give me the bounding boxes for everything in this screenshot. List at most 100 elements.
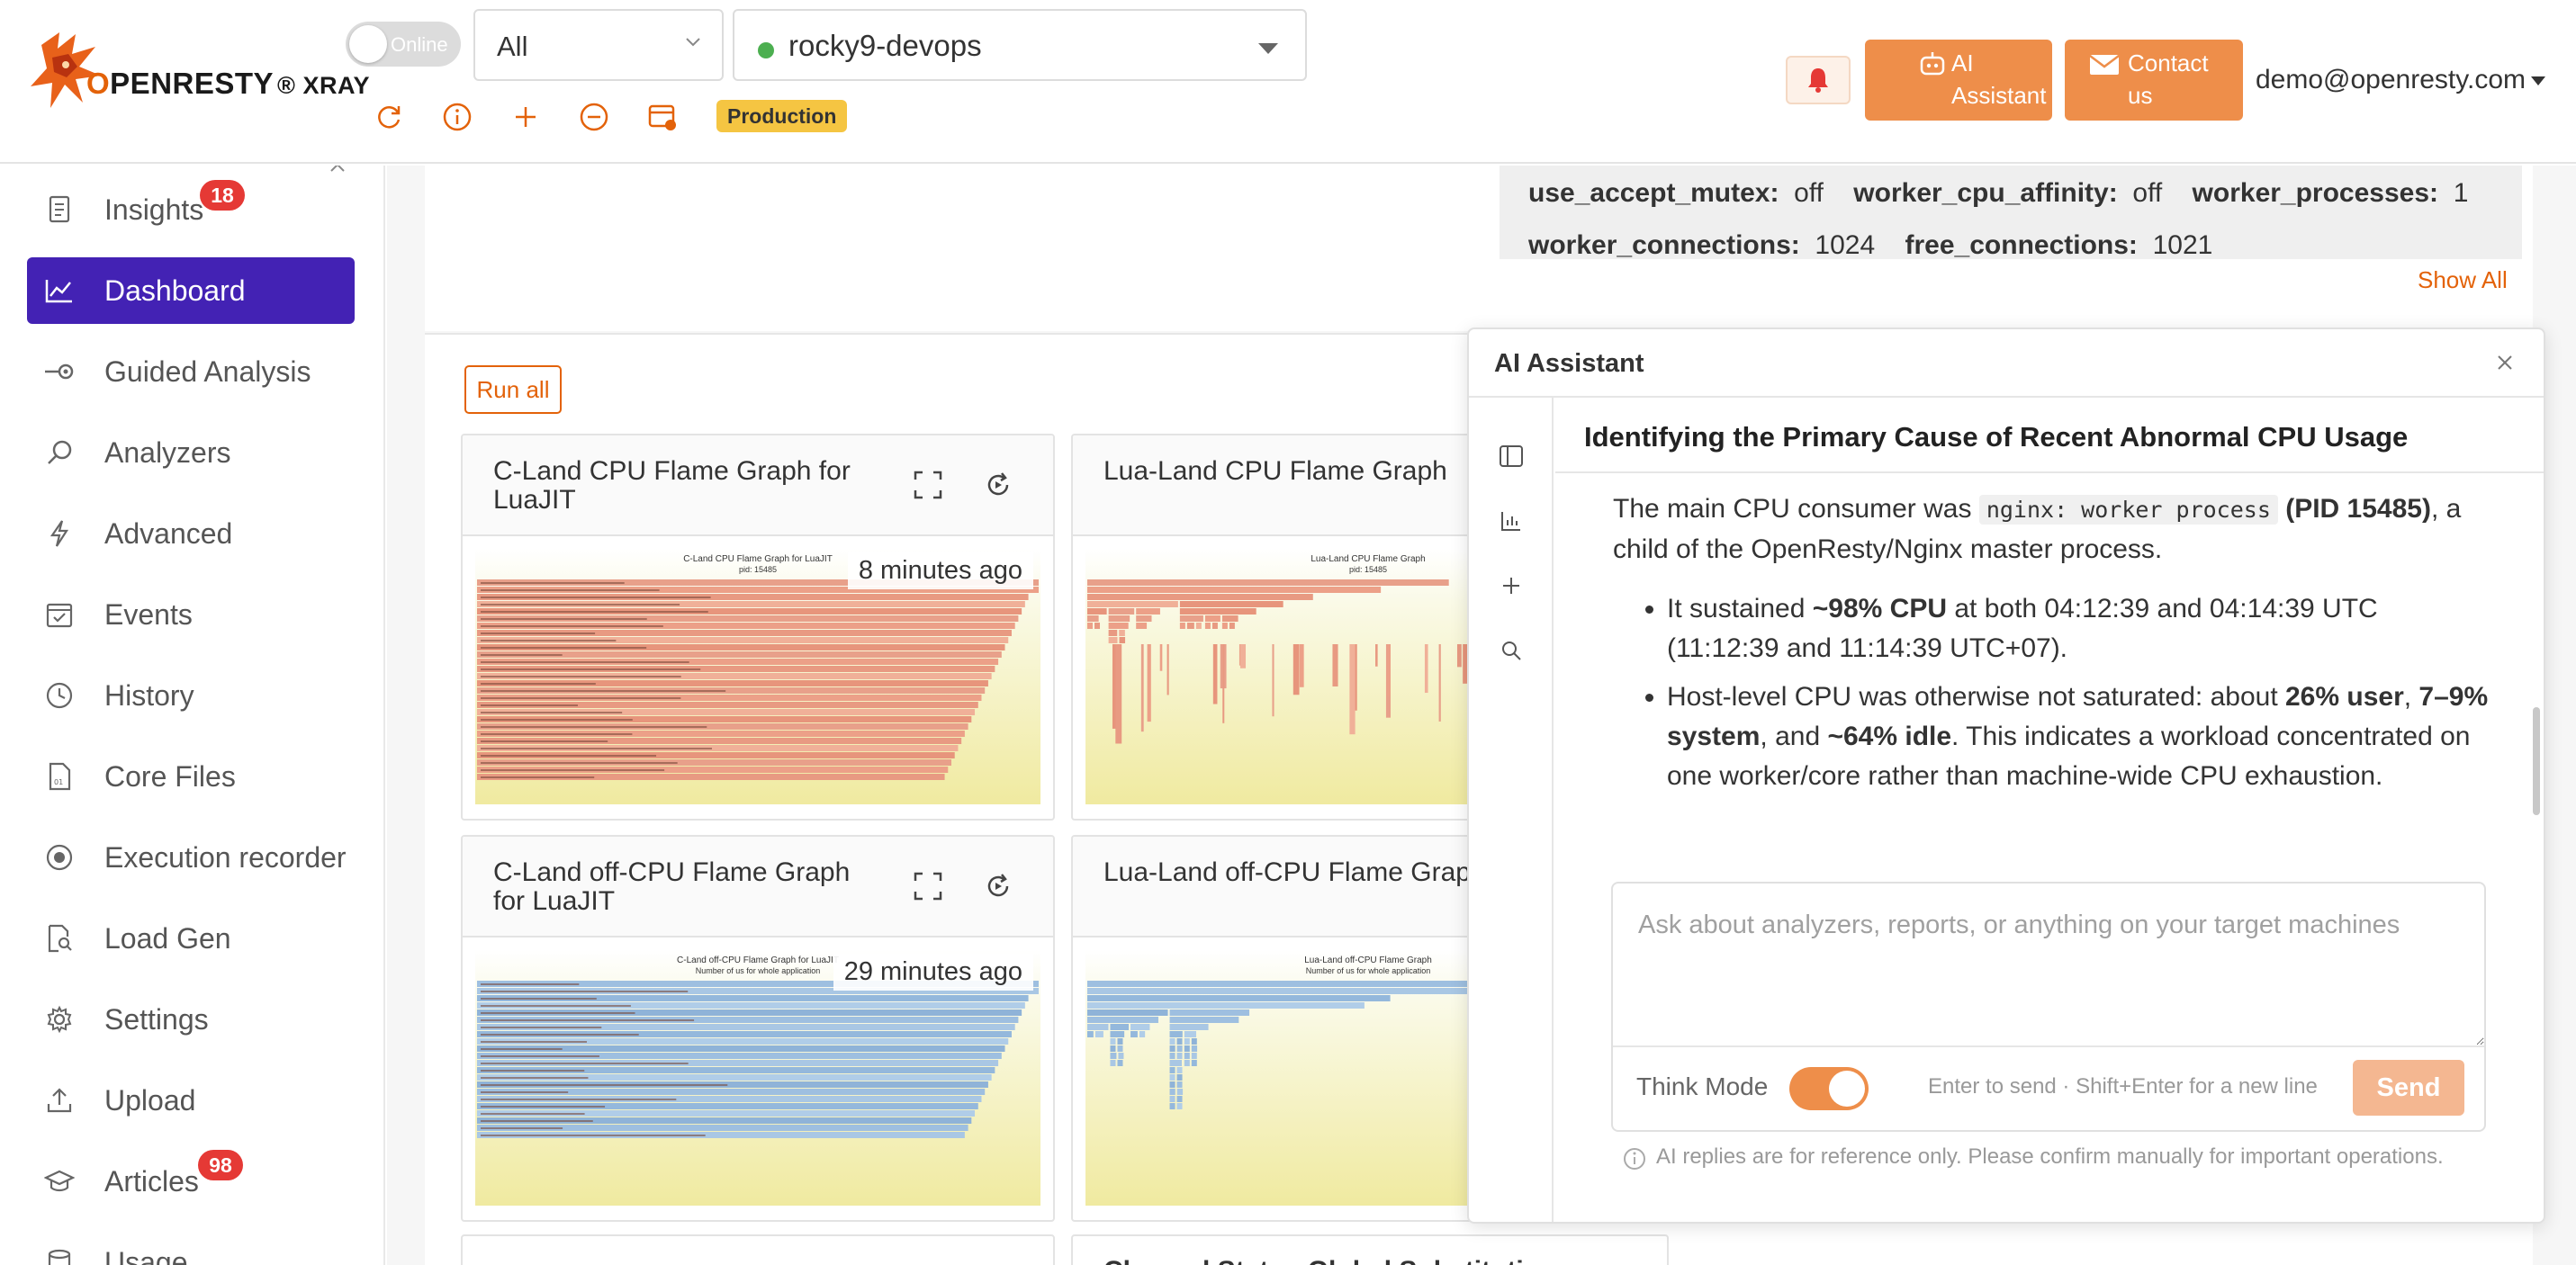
run-all-button[interactable]: Run all xyxy=(464,365,562,414)
sidebar-item-dashboard[interactable]: Dashboard xyxy=(27,257,355,324)
sidebar-item-guided-analysis[interactable]: Guided Analysis xyxy=(27,338,355,405)
sidebar-item-core-files[interactable]: 01 Core Files xyxy=(27,743,355,810)
message-bold: ~98% CPU xyxy=(1812,594,1948,624)
sidebar-item-articles[interactable]: Articles 98 xyxy=(27,1148,355,1215)
sidebar-item-execution-recorder[interactable]: Execution recorder xyxy=(27,824,355,891)
message-paragraph: The main CPU consumer was nginx: worker … xyxy=(1613,489,2495,570)
sidebar-item-advanced[interactable]: Advanced xyxy=(27,500,355,567)
message-text: , xyxy=(2403,682,2419,712)
flame-frame xyxy=(1221,615,1238,622)
flame-frame xyxy=(1169,1067,1175,1073)
sidebar-toggle-icon[interactable] xyxy=(1496,441,1527,471)
chart-icon[interactable] xyxy=(1496,506,1527,536)
flame-frame xyxy=(1184,1045,1190,1052)
user-menu[interactable]: demo@openresty.com xyxy=(2256,65,2546,95)
flame-frame-label xyxy=(481,654,563,656)
flame-frame xyxy=(1108,637,1118,643)
flame-frame-label xyxy=(481,1055,599,1057)
sidebar-item-analyzers[interactable]: Analyzers xyxy=(27,419,355,486)
card-title: C-Land CPU Flame Graph for LuaJIT xyxy=(493,456,851,515)
openresty-xray-logo[interactable]: OPENRESTY ® XRAY xyxy=(23,27,369,117)
flame-frame-label xyxy=(481,611,708,613)
lightbulb-icon xyxy=(41,192,77,228)
app-filter-select[interactable]: All xyxy=(473,9,724,81)
flame-frame xyxy=(1387,644,1391,696)
flame-frame xyxy=(1169,1009,1250,1016)
flame-frame-label xyxy=(481,1048,563,1050)
flame-frame xyxy=(1221,623,1228,629)
search-icon[interactable] xyxy=(1496,635,1527,666)
send-button[interactable]: Send xyxy=(2353,1060,2464,1116)
flame-frame-label xyxy=(481,1070,585,1072)
sidebar-item-events[interactable]: Events xyxy=(27,581,355,648)
chevron-up-icon xyxy=(330,166,345,172)
ai-assistant-label: AI Assistant xyxy=(1951,49,2047,109)
info-icon[interactable] xyxy=(437,97,477,137)
flame-frame-label xyxy=(481,668,701,670)
sidebar-item-usage[interactable]: Usage xyxy=(27,1229,355,1265)
flame-frame xyxy=(1375,644,1378,667)
scrollbar-thumb[interactable] xyxy=(2533,707,2540,815)
flame-frame xyxy=(1169,1024,1209,1030)
add-icon[interactable] xyxy=(506,97,545,137)
chevron-down-icon xyxy=(686,38,700,47)
card-title: Channel Status Global Substitution xyxy=(1103,1256,1556,1265)
ai-assistant-button[interactable]: AI Assistant xyxy=(1865,40,2052,121)
new-chat-icon[interactable] xyxy=(1496,570,1527,601)
bell-icon xyxy=(1808,68,1828,93)
config-value: off xyxy=(2132,178,2163,208)
sidebar-item-label: Dashboard xyxy=(104,274,246,307)
message-bullet-list: It sustained ~98% CPU at both 04:12:39 a… xyxy=(1667,589,2495,796)
contact-us-button[interactable]: Contact us xyxy=(2065,40,2243,121)
sidebar-item-load-gen[interactable]: Load Gen xyxy=(27,905,355,972)
flame-frame xyxy=(1191,1038,1197,1045)
contact-us-label: Contact us xyxy=(2128,49,2209,109)
flame-frame xyxy=(1191,1045,1198,1052)
chat-input[interactable] xyxy=(1613,884,2484,1047)
flame-frame xyxy=(1179,615,1203,622)
flame-frame-label xyxy=(481,661,689,663)
magnifier-icon xyxy=(41,435,77,471)
online-toggle[interactable]: Online xyxy=(346,22,461,67)
flame-frame xyxy=(1272,644,1274,717)
notifications-button[interactable] xyxy=(1786,56,1851,104)
host-select[interactable]: rocky9-devops xyxy=(733,9,1307,81)
flame-frame xyxy=(1179,608,1256,615)
send-hint: Enter to send · Shift+Enter for a new li… xyxy=(1928,1074,2318,1099)
rerun-icon[interactable] xyxy=(979,466,1017,504)
sidebar-item-insights[interactable]: Insights 18 xyxy=(27,176,355,243)
expand-icon[interactable] xyxy=(909,466,947,504)
sidebar-item-history[interactable]: History xyxy=(27,662,355,729)
config-row-2: worker_connections: 1024 free_connection… xyxy=(1528,230,2212,261)
flame-frame xyxy=(1169,1089,1175,1095)
file-search-icon xyxy=(41,920,77,956)
refresh-icon[interactable] xyxy=(369,97,409,137)
flame-frame-label xyxy=(481,733,633,735)
flame-frame xyxy=(1110,1053,1117,1059)
sidebar-item-label: Analyzers xyxy=(104,435,231,469)
remove-icon[interactable] xyxy=(574,97,614,137)
environment-settings-icon[interactable] xyxy=(643,97,682,137)
flame-frame-label xyxy=(481,1084,728,1086)
sidebar-item-settings[interactable]: Settings xyxy=(27,986,355,1053)
flame-frame xyxy=(1110,1045,1116,1052)
show-all-link[interactable]: Show All xyxy=(2418,266,2508,294)
flame-frame-label xyxy=(481,719,633,721)
expand-icon[interactable] xyxy=(909,867,947,905)
flame-frame xyxy=(1108,630,1118,636)
insights-count-badge: 18 xyxy=(200,180,245,211)
flame-frame xyxy=(1222,644,1225,723)
flame-frame-label xyxy=(481,690,726,692)
chart-line-icon xyxy=(41,273,77,309)
envelope-icon xyxy=(2089,55,2120,75)
flame-frame xyxy=(1169,1060,1183,1066)
card-body: C-Land off-CPU Flame Graph for LuaJIT Nu… xyxy=(463,938,1053,1218)
sidebar-item-upload[interactable]: Upload xyxy=(27,1067,355,1134)
close-icon[interactable] xyxy=(2490,347,2520,378)
think-mode-toggle[interactable] xyxy=(1789,1067,1869,1110)
flame-frame xyxy=(1424,644,1428,694)
rerun-icon[interactable] xyxy=(979,867,1017,905)
flame-frame xyxy=(1169,1017,1239,1023)
flame-graph-card xyxy=(461,1234,1055,1265)
config-key: worker_processes: xyxy=(2192,178,2439,208)
